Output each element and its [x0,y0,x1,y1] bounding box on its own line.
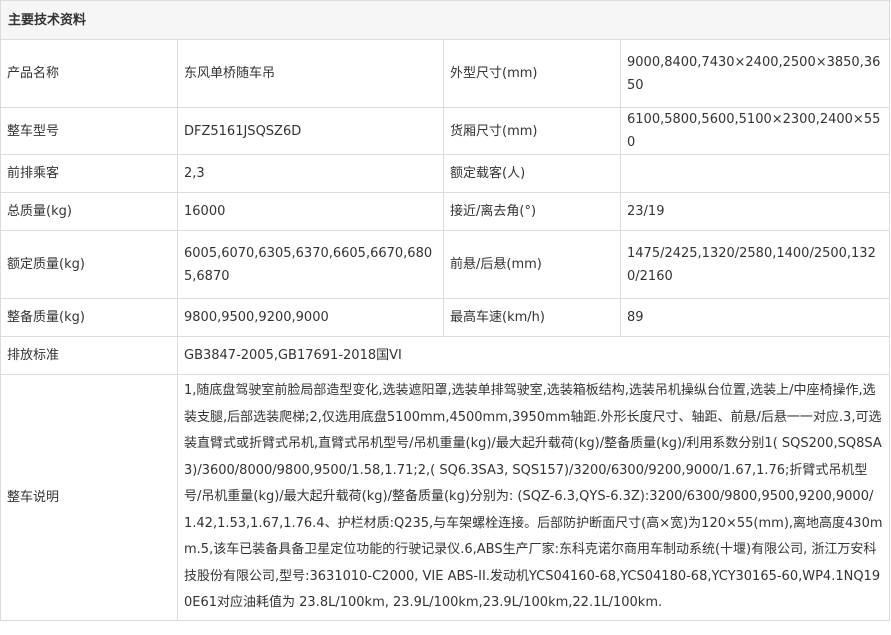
vehicle-description-label: 整车说明 [0,374,178,621]
total-mass-value: 16000 [177,192,444,231]
front-rear-overhang-label: 前悬/后悬(mm) [443,230,621,299]
rated-passengers-label: 额定载客(人) [443,154,621,193]
max-speed-value: 89 [619,298,891,337]
vehicle-description-value: 1,随底盘驾驶室前脸局部造型变化,选装遮阳罩,选装单排驾驶室,选装箱板结构,选装… [176,374,891,621]
emission-standard-value: GB3847-2005,GB17691-2018国VI [176,336,891,375]
table-row: 整车型号 DFZ5161JSQSZ6D 货厢尺寸(mm) 6100,5800,5… [0,107,891,155]
table-row: 产品名称 东风单桥随车吊 外型尺寸(mm) 9000,8400,7430×240… [0,39,891,108]
cargo-box-dimensions-label: 货厢尺寸(mm) [443,107,621,155]
curb-mass-label: 整备质量(kg) [0,298,178,337]
rated-passengers-value [619,154,891,193]
rated-mass-value: 6005,6070,6305,6370,6605,6670,6805,6870 [177,230,444,299]
total-mass-label: 总质量(kg) [0,192,178,231]
table-row: 整备质量(kg) 9800,9500,9200,9000 最高车速(km/h) … [0,298,891,337]
approach-departure-angle-label: 接近/离去角(°) [443,192,621,231]
rated-mass-label: 额定质量(kg) [0,230,178,299]
section-title: 主要技术资料 [0,0,891,40]
front-rear-overhang-value: 1475/2425,1320/2580,1400/2500,1320/2160 [619,230,891,299]
front-passengers-label: 前排乘客 [0,154,178,193]
curb-mass-value: 9800,9500,9200,9000 [177,298,444,337]
front-passengers-value: 2,3 [177,154,444,193]
section-header-row: 主要技术资料 [0,0,891,40]
approach-departure-angle-value: 23/19 [619,192,891,231]
table-row: 额定质量(kg) 6005,6070,6305,6370,6605,6670,6… [0,230,891,299]
max-speed-label: 最高车速(km/h) [443,298,621,337]
table-row: 前排乘客 2,3 额定载客(人) [0,154,891,193]
table-row: 总质量(kg) 16000 接近/离去角(°) 23/19 [0,192,891,231]
vehicle-model-label: 整车型号 [0,107,178,155]
emission-standard-label: 排放标准 [0,336,178,375]
overall-dimensions-value: 9000,8400,7430×2400,2500×3850,3650 [619,39,891,108]
specs-table: 主要技术资料 产品名称 东风单桥随车吊 外型尺寸(mm) 9000,8400,7… [0,0,891,621]
overall-dimensions-label: 外型尺寸(mm) [443,39,621,108]
table-row: 整车说明 1,随底盘驾驶室前脸局部造型变化,选装遮阳罩,选装单排驾驶室,选装箱板… [0,374,891,621]
cargo-box-dimensions-value: 6100,5800,5600,5100×2300,2400×550 [619,107,891,155]
table-row: 排放标准 GB3847-2005,GB17691-2018国VI [0,336,891,375]
vehicle-model-value: DFZ5161JSQSZ6D [177,107,444,155]
product-name-value: 东风单桥随车吊 [177,39,444,108]
product-name-label: 产品名称 [0,39,178,108]
